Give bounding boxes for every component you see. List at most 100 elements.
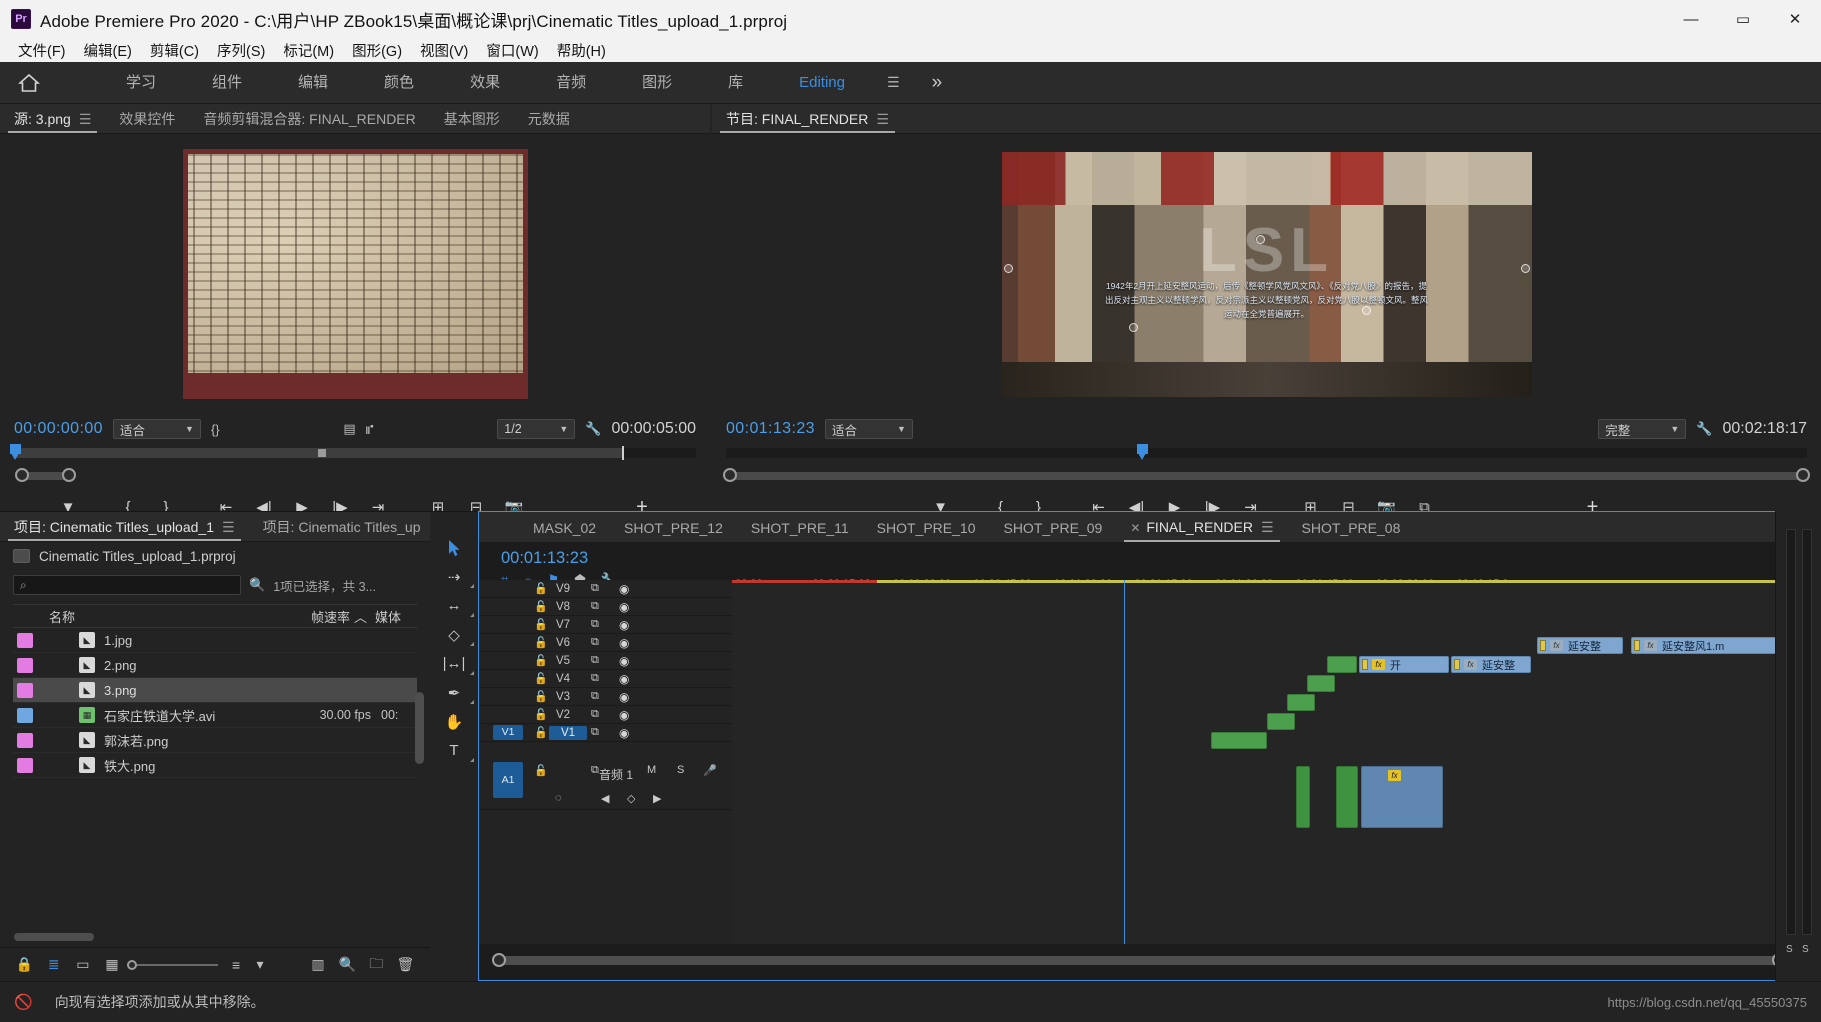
maximize-button[interactable]: ▭ bbox=[1717, 0, 1769, 38]
sort-icon[interactable]: ≡ bbox=[222, 952, 251, 978]
eye-icon[interactable]: ◉ bbox=[619, 582, 629, 596]
timeline-tab-0[interactable]: MASK_02 bbox=[519, 514, 610, 542]
workspace-tab-1[interactable]: 组件 bbox=[184, 62, 270, 104]
program-zoom-left-handle[interactable] bbox=[723, 468, 737, 482]
eye-icon[interactable]: ◉ bbox=[619, 618, 629, 632]
track-header-V4[interactable]: 🔓V4⧉◉ bbox=[479, 670, 732, 688]
track-header-V5[interactable]: 🔓V5⧉◉ bbox=[479, 652, 732, 670]
find-icon[interactable]: 🔍 bbox=[333, 952, 362, 978]
track-target-V1[interactable]: V1 bbox=[493, 725, 523, 740]
mic-icon[interactable]: 🎤 bbox=[703, 764, 717, 777]
menu-item-1[interactable]: 编辑(E) bbox=[75, 38, 141, 63]
minimize-button[interactable]: — bbox=[1665, 0, 1717, 38]
home-icon[interactable] bbox=[0, 62, 58, 104]
source-scrub-row[interactable] bbox=[0, 444, 710, 466]
search-input-wrapper[interactable]: ⌕ bbox=[13, 575, 241, 595]
project-horizontal-scrollbar[interactable] bbox=[14, 933, 94, 941]
fx-badge-icon[interactable]: fx bbox=[1550, 640, 1563, 651]
sync-lock-icon[interactable]: ⧉ bbox=[591, 654, 599, 667]
workspace-tab-6[interactable]: 图形 bbox=[614, 62, 700, 104]
wrench-icon[interactable]: 🔧 bbox=[1696, 421, 1712, 437]
add-keyframe-icon[interactable]: ◇ bbox=[627, 792, 635, 805]
menu-item-3[interactable]: 序列(S) bbox=[208, 38, 274, 63]
next-keyframe-icon[interactable]: ▶ bbox=[653, 792, 661, 805]
prev-keyframe-icon[interactable]: ◀ bbox=[601, 792, 609, 805]
source-current-time[interactable]: 00:00:00:00 bbox=[14, 420, 103, 438]
program-current-time[interactable]: 00:01:13:23 bbox=[726, 420, 815, 438]
sync-lock-icon[interactable]: ⧉ bbox=[591, 672, 599, 685]
program-quality-select[interactable]: 完整 ▼ bbox=[1598, 419, 1686, 439]
timeline-clip[interactable] bbox=[1267, 713, 1295, 730]
source-tab-2[interactable]: 音频剪辑混合器: FINAL_RENDER bbox=[189, 105, 429, 133]
zoom-slider[interactable] bbox=[127, 952, 222, 978]
sort-chevron-icon[interactable]: ▾ bbox=[251, 952, 270, 978]
close-icon[interactable]: ✕ bbox=[1130, 521, 1140, 535]
timeline-zoom-bar[interactable] bbox=[499, 956, 1780, 965]
menu-item-2[interactable]: 剪辑(C) bbox=[141, 38, 208, 63]
type-tool-icon[interactable]: T bbox=[430, 736, 478, 765]
list-view-icon[interactable]: ≣ bbox=[39, 952, 68, 978]
timeline-tab-1[interactable]: SHOT_PRE_12 bbox=[610, 514, 737, 542]
source-playhead[interactable] bbox=[10, 444, 21, 461]
timeline-clip[interactable] bbox=[1287, 694, 1315, 711]
project-item-row[interactable]: ◣郭沫若.png bbox=[13, 728, 417, 753]
project-tab-1[interactable]: 项目: Cinematic Titles_up bbox=[249, 513, 435, 541]
pen-tool-icon[interactable]: ✒ bbox=[430, 678, 478, 707]
column-frame-rate[interactable]: 帧速率 ︿ bbox=[311, 607, 367, 626]
program-monitor-stage[interactable]: LSL 1942年2月开上延安整风运动，后传《整顿学风党风文风》、《反对党八股》… bbox=[712, 134, 1821, 414]
mute-button[interactable]: M bbox=[647, 764, 656, 776]
column-name[interactable]: 名称 bbox=[49, 607, 75, 626]
panel-menu-icon[interactable]: ☰ bbox=[1261, 519, 1274, 535]
find-icon[interactable]: 🔍 bbox=[249, 577, 265, 593]
solo-button[interactable]: S bbox=[677, 764, 684, 776]
lock-icon[interactable]: 🔓 bbox=[534, 672, 548, 685]
project-item-row[interactable]: ◣2.png bbox=[13, 653, 417, 678]
keyframe-handle[interactable] bbox=[1362, 659, 1368, 670]
zoom-slider-knob[interactable] bbox=[127, 960, 137, 970]
column-media[interactable]: 媒体 bbox=[375, 607, 417, 626]
panel-menu-icon[interactable]: ☰ bbox=[79, 111, 92, 127]
track-target-A1[interactable]: A1 bbox=[493, 762, 523, 798]
sync-lock-icon[interactable]: ⧉ bbox=[591, 600, 599, 613]
workspace-tab-0[interactable]: 学习 bbox=[98, 62, 184, 104]
handle-right[interactable] bbox=[1521, 264, 1530, 273]
fx-badge-icon[interactable]: fx bbox=[1372, 659, 1385, 670]
panel-menu-icon[interactable]: ☰ bbox=[876, 111, 889, 127]
timeline-tab-3[interactable]: SHOT_PRE_10 bbox=[863, 514, 990, 542]
program-scrub-track[interactable] bbox=[726, 448, 1807, 458]
lock-icon[interactable]: 🔓 bbox=[534, 690, 548, 703]
workspace-overflow-icon[interactable]: » bbox=[932, 72, 943, 94]
lock-icon[interactable]: 🔓 bbox=[534, 726, 548, 739]
lock-icon[interactable]: 🔓 bbox=[534, 708, 548, 721]
lock-icon[interactable]: 🔒 bbox=[10, 952, 39, 978]
selection-tool-icon[interactable] bbox=[430, 533, 478, 562]
workspace-tab-5[interactable]: 音频 bbox=[528, 62, 614, 104]
wrench-icon[interactable]: 🔧 bbox=[585, 421, 601, 437]
timeline-clip[interactable]: fx延安整 bbox=[1451, 656, 1531, 673]
eye-icon[interactable]: ◉ bbox=[619, 636, 629, 650]
source-tab-1[interactable]: 效果控件 bbox=[105, 105, 189, 133]
source-tab-3[interactable]: 基本图形 bbox=[430, 105, 514, 133]
source-waveform-icon[interactable]: ⑈ bbox=[366, 422, 374, 437]
project-item-row[interactable]: ▦石家庄铁道大学.avi30.00 fps00: bbox=[13, 703, 417, 728]
eye-icon[interactable]: ◉ bbox=[619, 726, 629, 740]
timeline-clip[interactable] bbox=[1211, 732, 1267, 749]
menu-item-5[interactable]: 图形(G) bbox=[343, 38, 411, 63]
timeline-tab-4[interactable]: SHOT_PRE_09 bbox=[989, 514, 1116, 542]
timeline-zoom-left-handle[interactable] bbox=[492, 953, 506, 967]
fx-badge-icon[interactable]: fx bbox=[1644, 640, 1657, 651]
handle-bottom-left[interactable] bbox=[1129, 323, 1138, 332]
sync-lock-icon[interactable]: ⧉ bbox=[591, 690, 599, 703]
track-header-A1[interactable]: A1🔓⧉MS🎤音频 1◌◀◇▶ bbox=[479, 742, 732, 810]
source-film-icon[interactable]: ▤ bbox=[343, 421, 355, 437]
workspace-tab-4[interactable]: 效果 bbox=[442, 62, 528, 104]
track-header-V2[interactable]: 🔓V2⧉◉ bbox=[479, 706, 732, 724]
track-header-V9[interactable]: 🔓V9⧉◉ bbox=[479, 580, 732, 598]
timeline-tab-5[interactable]: ✕FINAL_RENDER☰ bbox=[1116, 513, 1287, 542]
timeline-tab-2[interactable]: SHOT_PRE_11 bbox=[737, 514, 863, 542]
handle-left[interactable] bbox=[1004, 264, 1013, 273]
keyframe-handle[interactable] bbox=[1634, 640, 1640, 651]
program-scrub-row[interactable] bbox=[712, 444, 1821, 466]
program-tab-0[interactable]: 节目: FINAL_RENDER☰ bbox=[712, 105, 903, 133]
lock-icon[interactable]: 🔓 bbox=[534, 636, 548, 649]
